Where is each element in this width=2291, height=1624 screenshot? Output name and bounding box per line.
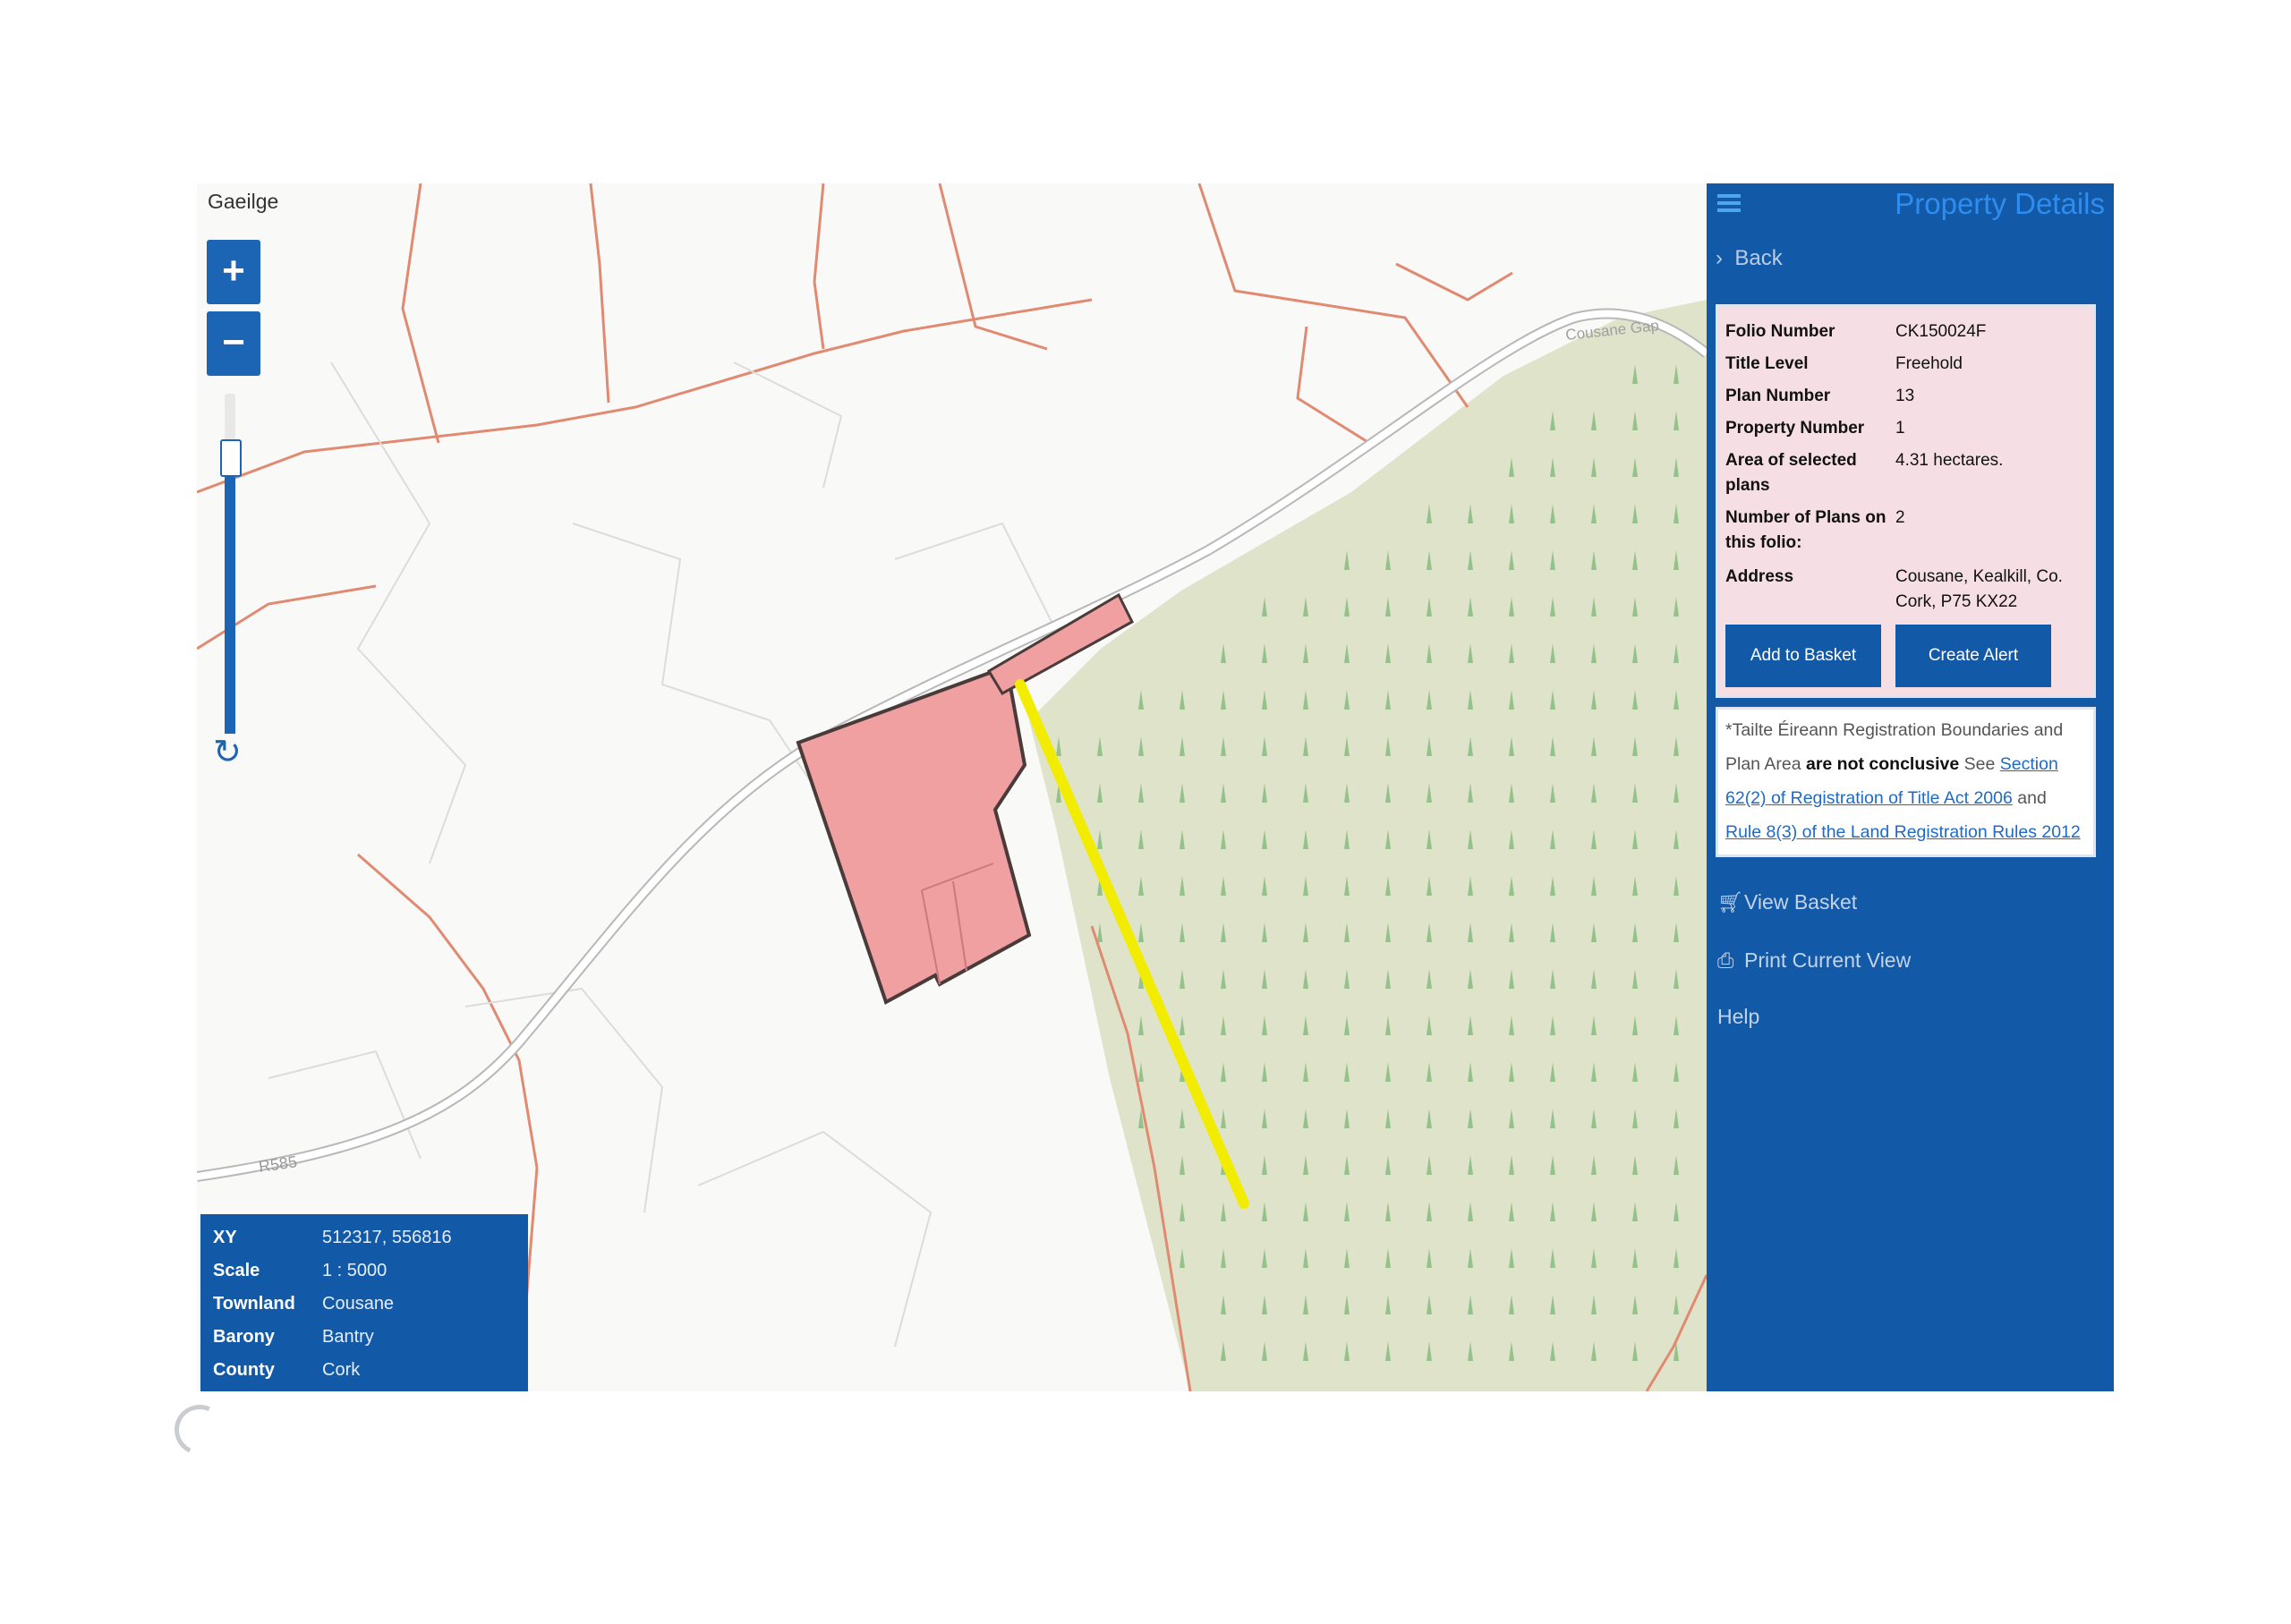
view-basket-link[interactable]: 🛒︎View Basket — [1717, 890, 1857, 914]
help-link[interactable]: Help — [1717, 1005, 1759, 1029]
language-toggle[interactable]: Gaeilge — [208, 190, 278, 214]
map-canvas[interactable]: R585 Cousane Gap — [197, 183, 1707, 1391]
add-to-basket-button[interactable]: Add to Basket — [1725, 625, 1881, 687]
info-row-county: County Cork — [213, 1360, 361, 1380]
print-view-link[interactable]: ⎙ Print Current View — [1717, 948, 1911, 973]
zoom-out-button[interactable]: − — [207, 311, 260, 376]
zoom-in-button[interactable]: + — [207, 240, 260, 304]
location-info-box: XY 512317, 556816 Scale 1 : 5000 Townland C… — [200, 1214, 528, 1391]
road-label-r585: R585 — [258, 1152, 298, 1176]
forest-area — [1029, 300, 1707, 1391]
property-details-panel: Property Details › Back Folio Number CK1… — [1707, 183, 2114, 1391]
zoom-slider-handle[interactable] — [220, 439, 242, 478]
info-row-scale: Scale 1 : 5000 — [213, 1261, 388, 1280]
info-row-xy: XY 512317, 556816 — [213, 1228, 452, 1247]
back-link[interactable]: › Back — [1716, 246, 1783, 271]
zoom-slider-fill — [225, 445, 235, 734]
printer-icon: ⎙ — [1717, 948, 1734, 972]
loading-spinner-icon — [167, 1398, 232, 1462]
info-row-townland: Townland Cousane — [213, 1294, 395, 1314]
chevron-right-icon: › — [1716, 246, 1723, 270]
back-label: Back — [1734, 246, 1783, 270]
create-alert-button[interactable]: Create Alert — [1895, 625, 2051, 687]
info-row-barony: Barony Bantry — [213, 1327, 374, 1347]
boundary-disclaimer: *Tailte Éireann Registration Boundaries … — [1716, 707, 2096, 857]
rule-8-link[interactable]: Rule 8(3) of the Land Registration Rules… — [1725, 822, 2081, 842]
refresh-icon[interactable]: ↻ — [213, 732, 242, 772]
selected-parcel[interactable] — [796, 664, 1032, 1005]
cart-icon: 🛒︎ — [1717, 890, 1744, 914]
zoom-slider[interactable] — [217, 394, 242, 734]
hamburger-icon[interactable] — [1717, 191, 1741, 216]
property-details-card: Folio Number CK150024F Title Level Freeh… — [1716, 304, 2096, 698]
panel-title: Property Details — [1895, 187, 2105, 220]
